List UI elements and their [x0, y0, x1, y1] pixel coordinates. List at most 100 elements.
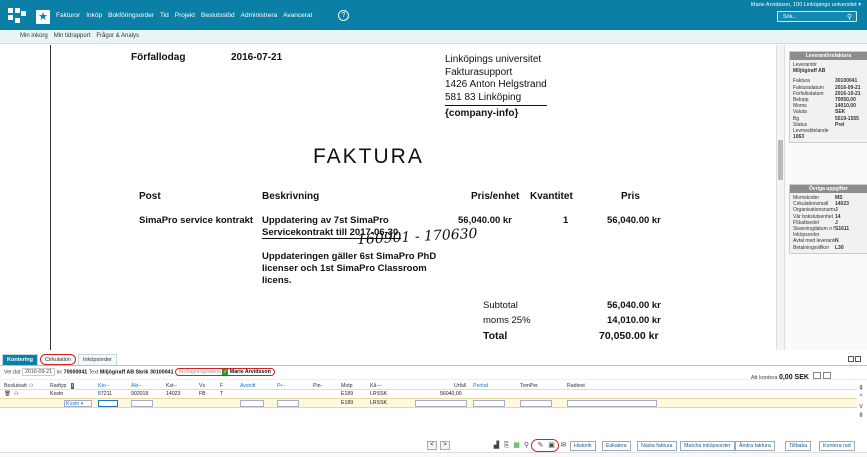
down-row-icon[interactable]: v	[857, 402, 865, 411]
col-header[interactable]: Pr--	[277, 383, 286, 389]
first-row-icon[interactable]: ⇞	[857, 384, 865, 393]
period-input[interactable]	[473, 400, 505, 407]
stamp-icon[interactable]: ▟	[492, 441, 501, 450]
urfall-input[interactable]	[415, 400, 467, 407]
item-unit-price: 56,040.00 kr	[458, 215, 512, 226]
maximize-icon[interactable]	[855, 356, 861, 362]
save-icon[interactable]: ▣	[547, 441, 556, 450]
last-row-icon[interactable]: ⇟	[857, 411, 865, 420]
vat-label: moms 25%	[483, 315, 531, 326]
tomper-input[interactable]	[520, 400, 552, 407]
col-header[interactable]: Avsnitt	[240, 383, 255, 389]
subnav-min-tidrapport[interactable]: Min tidrapport	[54, 33, 91, 43]
ver-dat-label: Ver.dat	[4, 369, 21, 376]
menu-item-projekt[interactable]: Projekt	[175, 12, 195, 19]
table-row[interactable]: 🗑 ⚇ Kostn 57211 902018 14023 FB T E189 L…	[0, 390, 857, 398]
prev-button[interactable]: <	[427, 441, 437, 450]
document-scrollbar[interactable]	[776, 45, 784, 350]
tab-kontering[interactable]: Kontering	[2, 354, 38, 365]
col-header: Beslutsatt	[4, 383, 27, 389]
recipient-line: {company-info}	[445, 108, 519, 119]
search-placeholder: Sök...	[783, 14, 798, 20]
item-price: 56,040.00 kr	[607, 215, 661, 226]
attachment-icon[interactable]: ✉	[559, 441, 568, 450]
menu-item-beslutsstod[interactable]: Beslutsstöd	[201, 12, 235, 19]
col-header[interactable]: Kto--	[98, 383, 109, 389]
next-button[interactable]: >	[440, 441, 450, 450]
copy-icon[interactable]: ⎘	[502, 441, 511, 450]
matcha-inkopsorder-button[interactable]: Matcha inköpsorder	[680, 441, 735, 451]
menu-item-inkop[interactable]: Inköp	[86, 12, 102, 19]
col-header[interactable]: Period	[473, 383, 488, 389]
bottom-scrollbar[interactable]	[0, 452, 867, 457]
person-icon[interactable]: ⚇	[14, 391, 19, 397]
nasta-faktura-button[interactable]: Nästa faktura	[637, 441, 677, 451]
note-line-2: licenser och 1st SimaPro Classroom	[262, 263, 427, 274]
total-value: 70,050.00 kr	[599, 330, 659, 342]
list-icon[interactable]	[813, 372, 822, 379]
col-header: Vs	[199, 383, 206, 389]
subnav-min-inkorg[interactable]: Min inkorg	[20, 33, 48, 43]
cell-urfall: 56040,00	[440, 391, 462, 397]
cell-ka: LRSSK	[370, 400, 388, 406]
menu-item-tid[interactable]: Tid	[160, 12, 169, 19]
action-toolbar: < > ▟ ⎘ ▦ ⚲ ✎ ▣ ✉ Historik Eskalera Näst…	[0, 439, 867, 452]
delete-row-icon[interactable]: 🗑	[4, 391, 11, 397]
menu-item-avancerat[interactable]: Avancerat	[283, 12, 312, 19]
recipient-line: 1426 Anton Helgstrand	[445, 79, 547, 90]
supplier-box-title: Leverantörsfaktura	[790, 52, 867, 60]
subnav-fragor-analys[interactable]: Frågor & Analys	[96, 33, 139, 43]
menu-item-fakturor[interactable]: Fakturor	[56, 12, 80, 19]
table-header: Beslutsatt ⚇ Radtyp i Kto-- Akt-- Kst-- …	[0, 382, 857, 390]
attest-user: Marie Arvidsson	[229, 369, 271, 376]
excel-icon[interactable]: ▦	[512, 441, 521, 450]
user-menu[interactable]: Marie Arvidsson, 100 Linköpings universi…	[751, 2, 861, 8]
invoice-viewer[interactable]: Förfallodag 2016-07-21 Linköpings univer…	[0, 45, 776, 350]
eskalera-button[interactable]: Eskalera	[602, 441, 631, 451]
table-edit-row[interactable]: Kostn ▾ E189 LRSSK	[0, 398, 857, 408]
col-header: Radtyp	[50, 383, 67, 389]
search-input[interactable]: Sök... ⚲	[777, 11, 857, 22]
row-navigation: ⇞ ^ v ⇟	[857, 384, 865, 420]
favorites-star-icon[interactable]: ★	[36, 10, 50, 24]
edit-pencil-icon[interactable]: ✎	[536, 441, 545, 450]
calculator-icon[interactable]	[823, 372, 831, 379]
info-icon[interactable]: i	[71, 383, 75, 389]
cell-radtyp: Kostn	[50, 391, 64, 397]
top-bar: ★ Fakturor Inköp Bokföringsorder Tid Pro…	[0, 0, 867, 30]
mottagningsattest-label: Mottagningsattest	[179, 369, 221, 376]
menu-item-bokforingsorder[interactable]: Bokföringsorder	[108, 12, 154, 19]
col-price: Pris	[621, 191, 640, 202]
scrollbar-thumb[interactable]	[778, 140, 783, 180]
recipient-address: Linköpings universitet Fakturasupport 14…	[445, 54, 547, 121]
main-menu: Fakturor Inköp Bokföringsorder Tid Proje…	[56, 12, 312, 19]
radtyp-select[interactable]: Kostn ▾	[64, 400, 92, 407]
menu-item-administrera[interactable]: Administrera	[241, 12, 277, 19]
historik-button[interactable]: Historik	[570, 441, 596, 451]
minimize-icon[interactable]	[848, 356, 854, 362]
andra-faktura-button[interactable]: Ändra faktura	[735, 441, 775, 451]
subtotal-label: Subtotal	[483, 300, 518, 311]
app-logo-icon[interactable]	[8, 8, 26, 24]
col-header: Kst--	[166, 383, 177, 389]
tab-cirkulation[interactable]: Cirkulation	[39, 354, 76, 365]
help-icon[interactable]: ?	[338, 10, 349, 21]
up-row-icon[interactable]: ^	[857, 393, 865, 402]
item-post: SimaPro service kontrakt	[139, 215, 254, 226]
pr-input[interactable]	[277, 400, 299, 407]
ver-dat-field[interactable]: 2016-09-21	[21, 368, 56, 377]
radtext-input[interactable]	[567, 400, 657, 407]
tab-inkopsorder[interactable]: Inköpsorder	[77, 354, 118, 365]
col-header: TomPer	[520, 383, 538, 389]
akt-input[interactable]	[131, 400, 153, 407]
kto-input[interactable]	[98, 400, 118, 407]
zoom-icon[interactable]: ⚲	[522, 441, 531, 450]
mottagningsattest-checkbox[interactable]: ✓	[222, 369, 229, 375]
avsnitt-input[interactable]	[240, 400, 264, 407]
kontera-rad-button[interactable]: Kontera rad	[819, 441, 855, 451]
kv-value: 1063	[793, 134, 805, 141]
tillbaka-button[interactable]: Tillbaka	[785, 441, 812, 451]
search-icon[interactable]: ⚲	[847, 13, 852, 21]
person-icon[interactable]: ⚇	[29, 383, 34, 389]
col-header[interactable]: Akt--	[131, 383, 142, 389]
